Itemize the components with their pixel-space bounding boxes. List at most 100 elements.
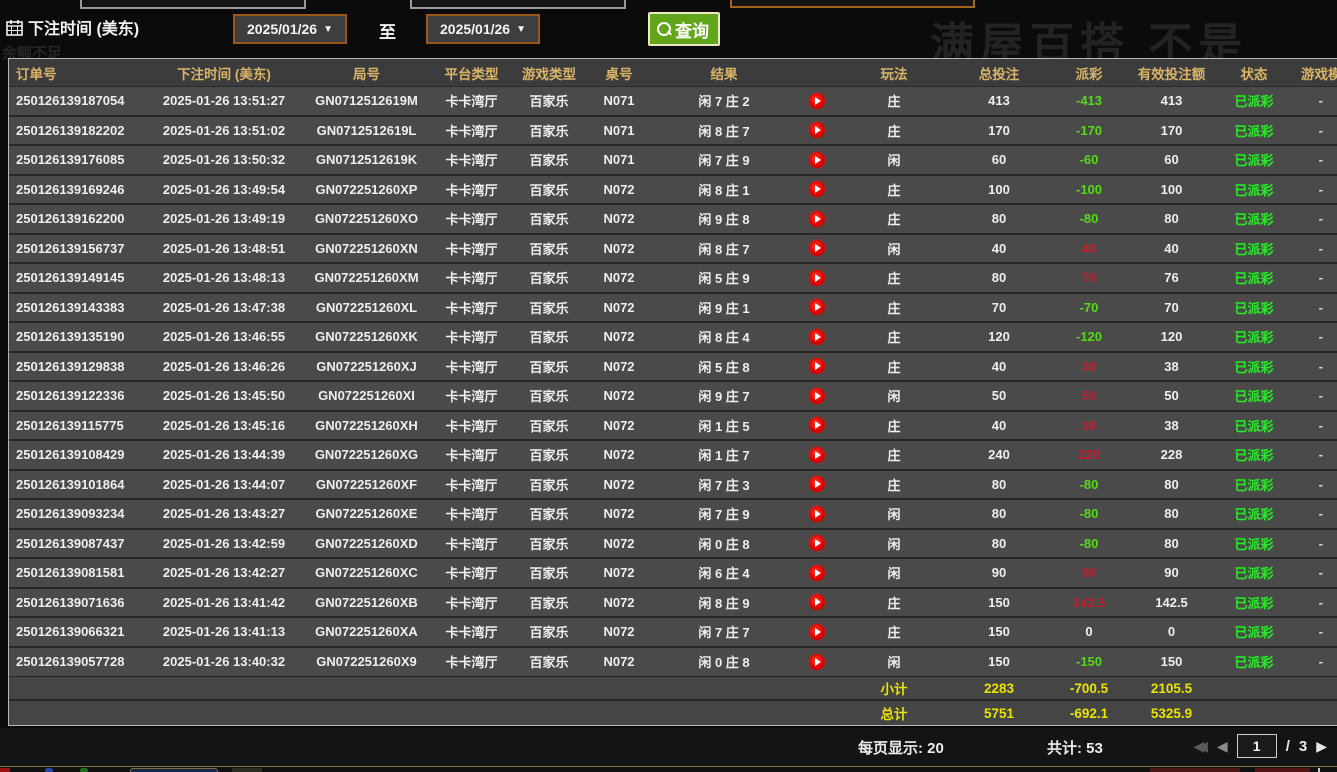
cell-platform: 卡卡湾厅 <box>429 117 514 145</box>
bet-record-row: 250126139129838 2025-01-26 13:46:26 GN07… <box>9 353 1337 383</box>
subtotal-payout: -700.5 <box>1049 677 1129 699</box>
bet-record-row: 250126139149145 2025-01-26 13:48:13 GN07… <box>9 264 1337 294</box>
replay-video-icon[interactable] <box>809 240 825 256</box>
cell-table-no: N072 <box>584 294 654 322</box>
cell-bet-time: 2025-01-26 13:43:27 <box>144 500 304 528</box>
calendar-icon <box>6 19 23 36</box>
cell-total-bet: 50 <box>949 382 1049 410</box>
grand-total-row: 总计 5751 -692.1 5325.9 <box>9 701 1337 725</box>
grand-total-payout: -692.1 <box>1049 701 1129 725</box>
replay-video-icon[interactable] <box>809 654 825 670</box>
cell-table-no: N072 <box>584 559 654 587</box>
replay-video-icon[interactable] <box>809 535 825 551</box>
replay-video-icon[interactable] <box>809 594 825 610</box>
cell-order-no: 250126139093234 <box>9 500 144 528</box>
cell-bet-time: 2025-01-26 13:49:54 <box>144 176 304 204</box>
replay-video-icon[interactable] <box>809 624 825 640</box>
replay-video-icon[interactable] <box>809 299 825 315</box>
cell-bet-time: 2025-01-26 13:50:32 <box>144 146 304 174</box>
cell-bet-time: 2025-01-26 13:46:26 <box>144 353 304 381</box>
cell-total-bet: 40 <box>949 353 1049 381</box>
cell-result: 闲 8 庄 9 <box>654 589 794 617</box>
cell-game-mode: - <box>1294 264 1337 292</box>
cell-table-no: N072 <box>584 264 654 292</box>
cell-status: 已派彩 <box>1214 441 1294 469</box>
cell-total-bet: 60 <box>949 146 1049 174</box>
cell-result: 闲 9 庄 7 <box>654 382 794 410</box>
cell-result: 闲 1 庄 5 <box>654 412 794 440</box>
replay-video-icon[interactable] <box>809 122 825 138</box>
replay-video-icon[interactable] <box>809 447 825 463</box>
cell-platform: 卡卡湾厅 <box>429 146 514 174</box>
cell-platform: 卡卡湾厅 <box>429 235 514 263</box>
cell-round-no: GN072251260XD <box>304 530 429 558</box>
replay-video-icon[interactable] <box>809 417 825 433</box>
bet-record-row: 250126139115775 2025-01-26 13:45:16 GN07… <box>9 412 1337 442</box>
previous-page-button[interactable]: ◀ <box>1217 738 1228 755</box>
replay-video-icon[interactable] <box>809 476 825 492</box>
first-page-button[interactable]: ◀◀ <box>1193 738 1208 755</box>
replay-video-icon[interactable] <box>809 329 825 345</box>
cell-valid-bet: 70 <box>1129 294 1214 322</box>
cell-round-no: GN072251260XM <box>304 264 429 292</box>
cell-payout: -413 <box>1049 87 1129 115</box>
cell-order-no: 250126139187054 <box>9 87 144 115</box>
cell-round-no: GN0712512619M <box>304 87 429 115</box>
cell-table-no: N072 <box>584 205 654 233</box>
cell-status: 已派彩 <box>1214 412 1294 440</box>
replay-video-icon[interactable] <box>809 388 825 404</box>
replay-video-icon[interactable] <box>809 93 825 109</box>
cell-game-type: 百家乐 <box>514 87 584 115</box>
cell-table-no: N072 <box>584 176 654 204</box>
cell-replay <box>794 382 839 410</box>
cell-play-method: 闲 <box>839 648 949 677</box>
date-from-select[interactable]: 2025/01/26 ▼ <box>233 14 347 44</box>
col-header-status: 状态 <box>1214 59 1294 86</box>
cell-status: 已派彩 <box>1214 294 1294 322</box>
cell-valid-bet: 40 <box>1129 235 1214 263</box>
cutoff-fragment <box>1318 768 1320 772</box>
cell-total-bet: 120 <box>949 323 1049 351</box>
cutoff-fragment <box>232 768 262 772</box>
cell-table-no: N071 <box>584 146 654 174</box>
cell-round-no: GN072251260XE <box>304 500 429 528</box>
cell-valid-bet: 90 <box>1129 559 1214 587</box>
cell-status: 已派彩 <box>1214 648 1294 677</box>
cell-play-method: 闲 <box>839 530 949 558</box>
replay-video-icon[interactable] <box>809 181 825 197</box>
cell-game-mode: - <box>1294 353 1337 381</box>
cell-order-no: 250126139149145 <box>9 264 144 292</box>
replay-video-icon[interactable] <box>809 506 825 522</box>
cell-replay <box>794 500 839 528</box>
cell-order-no: 250126139135190 <box>9 323 144 351</box>
date-to-select[interactable]: 2025/01/26 ▼ <box>426 14 540 44</box>
replay-video-icon[interactable] <box>809 152 825 168</box>
cell-valid-bet: 38 <box>1129 412 1214 440</box>
cell-play-method: 庄 <box>839 117 949 145</box>
cell-payout: 50 <box>1049 382 1129 410</box>
next-page-button[interactable]: ▶ <box>1316 738 1327 755</box>
cell-game-type: 百家乐 <box>514 264 584 292</box>
cell-round-no: GN072251260X9 <box>304 648 429 677</box>
cell-order-no: 250126139182202 <box>9 117 144 145</box>
cell-valid-bet: 100 <box>1129 176 1214 204</box>
cell-result: 闲 7 庄 9 <box>654 500 794 528</box>
cell-valid-bet: 80 <box>1129 530 1214 558</box>
cell-game-mode: - <box>1294 500 1337 528</box>
bet-record-row: 250126139176085 2025-01-26 13:50:32 GN07… <box>9 146 1337 176</box>
cell-platform: 卡卡湾厅 <box>429 294 514 322</box>
cell-platform: 卡卡湾厅 <box>429 353 514 381</box>
cell-platform: 卡卡湾厅 <box>429 264 514 292</box>
query-button[interactable]: 查询 <box>648 12 720 46</box>
replay-video-icon[interactable] <box>809 565 825 581</box>
bet-record-row: 250126139169246 2025-01-26 13:49:54 GN07… <box>9 176 1337 206</box>
cell-table-no: N072 <box>584 353 654 381</box>
cell-game-type: 百家乐 <box>514 205 584 233</box>
current-page-input[interactable]: 1 <box>1237 734 1277 758</box>
replay-video-icon[interactable] <box>809 358 825 374</box>
replay-video-icon[interactable] <box>809 211 825 227</box>
cell-bet-time: 2025-01-26 13:40:32 <box>144 648 304 677</box>
replay-video-icon[interactable] <box>809 270 825 286</box>
cell-game-mode: - <box>1294 530 1337 558</box>
col-header-play-method: 玩法 <box>839 59 949 86</box>
